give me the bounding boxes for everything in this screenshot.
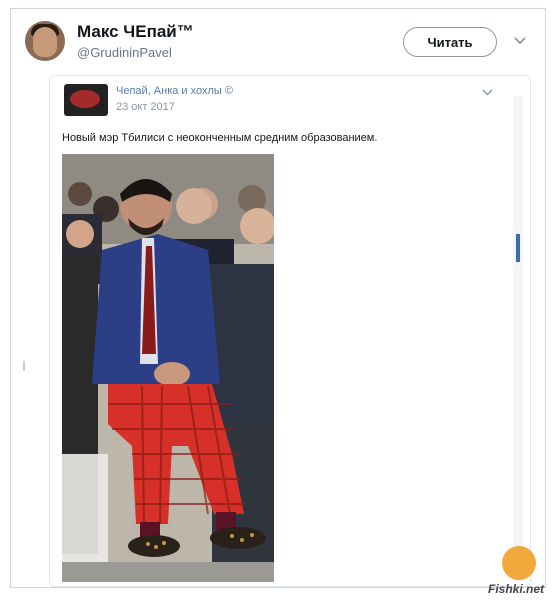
watermark-site: Fishki.net [488, 582, 545, 596]
edge-tick [23, 361, 25, 371]
scrollbar-track[interactable] [513, 96, 523, 581]
avatar-face [33, 27, 57, 57]
quoted-date[interactable]: 23 окт 2017 [116, 101, 175, 113]
scrollbar-thumb[interactable] [516, 234, 520, 262]
user-handle[interactable]: @GrudininPavel [77, 45, 172, 60]
avatar-logo-mark [70, 90, 100, 108]
quoted-author-avatar[interactable] [64, 84, 108, 116]
quoted-author-name[interactable]: Чепай, Анка и хохлы © [116, 85, 233, 97]
display-name[interactable]: Макс ЧЕпай™ [77, 22, 194, 42]
quoted-text: Новый мэр Тбилиси с неоконченным средним… [62, 132, 378, 144]
watermark-logo [502, 546, 536, 580]
follow-button[interactable]: Читать [403, 27, 497, 57]
tweet-frame: Макс ЧЕпай™ @GrudininPavel Читать Чепай,… [10, 8, 546, 588]
quoted-tweet-card[interactable]: Чепай, Анка и хохлы © 23 окт 2017 Новый … [49, 75, 531, 587]
chevron-down-icon[interactable] [482, 87, 493, 98]
avatar[interactable] [25, 21, 65, 61]
photo-illustration [62, 154, 274, 582]
tweet-photo[interactable] [62, 154, 274, 582]
chevron-down-icon[interactable] [513, 34, 527, 48]
